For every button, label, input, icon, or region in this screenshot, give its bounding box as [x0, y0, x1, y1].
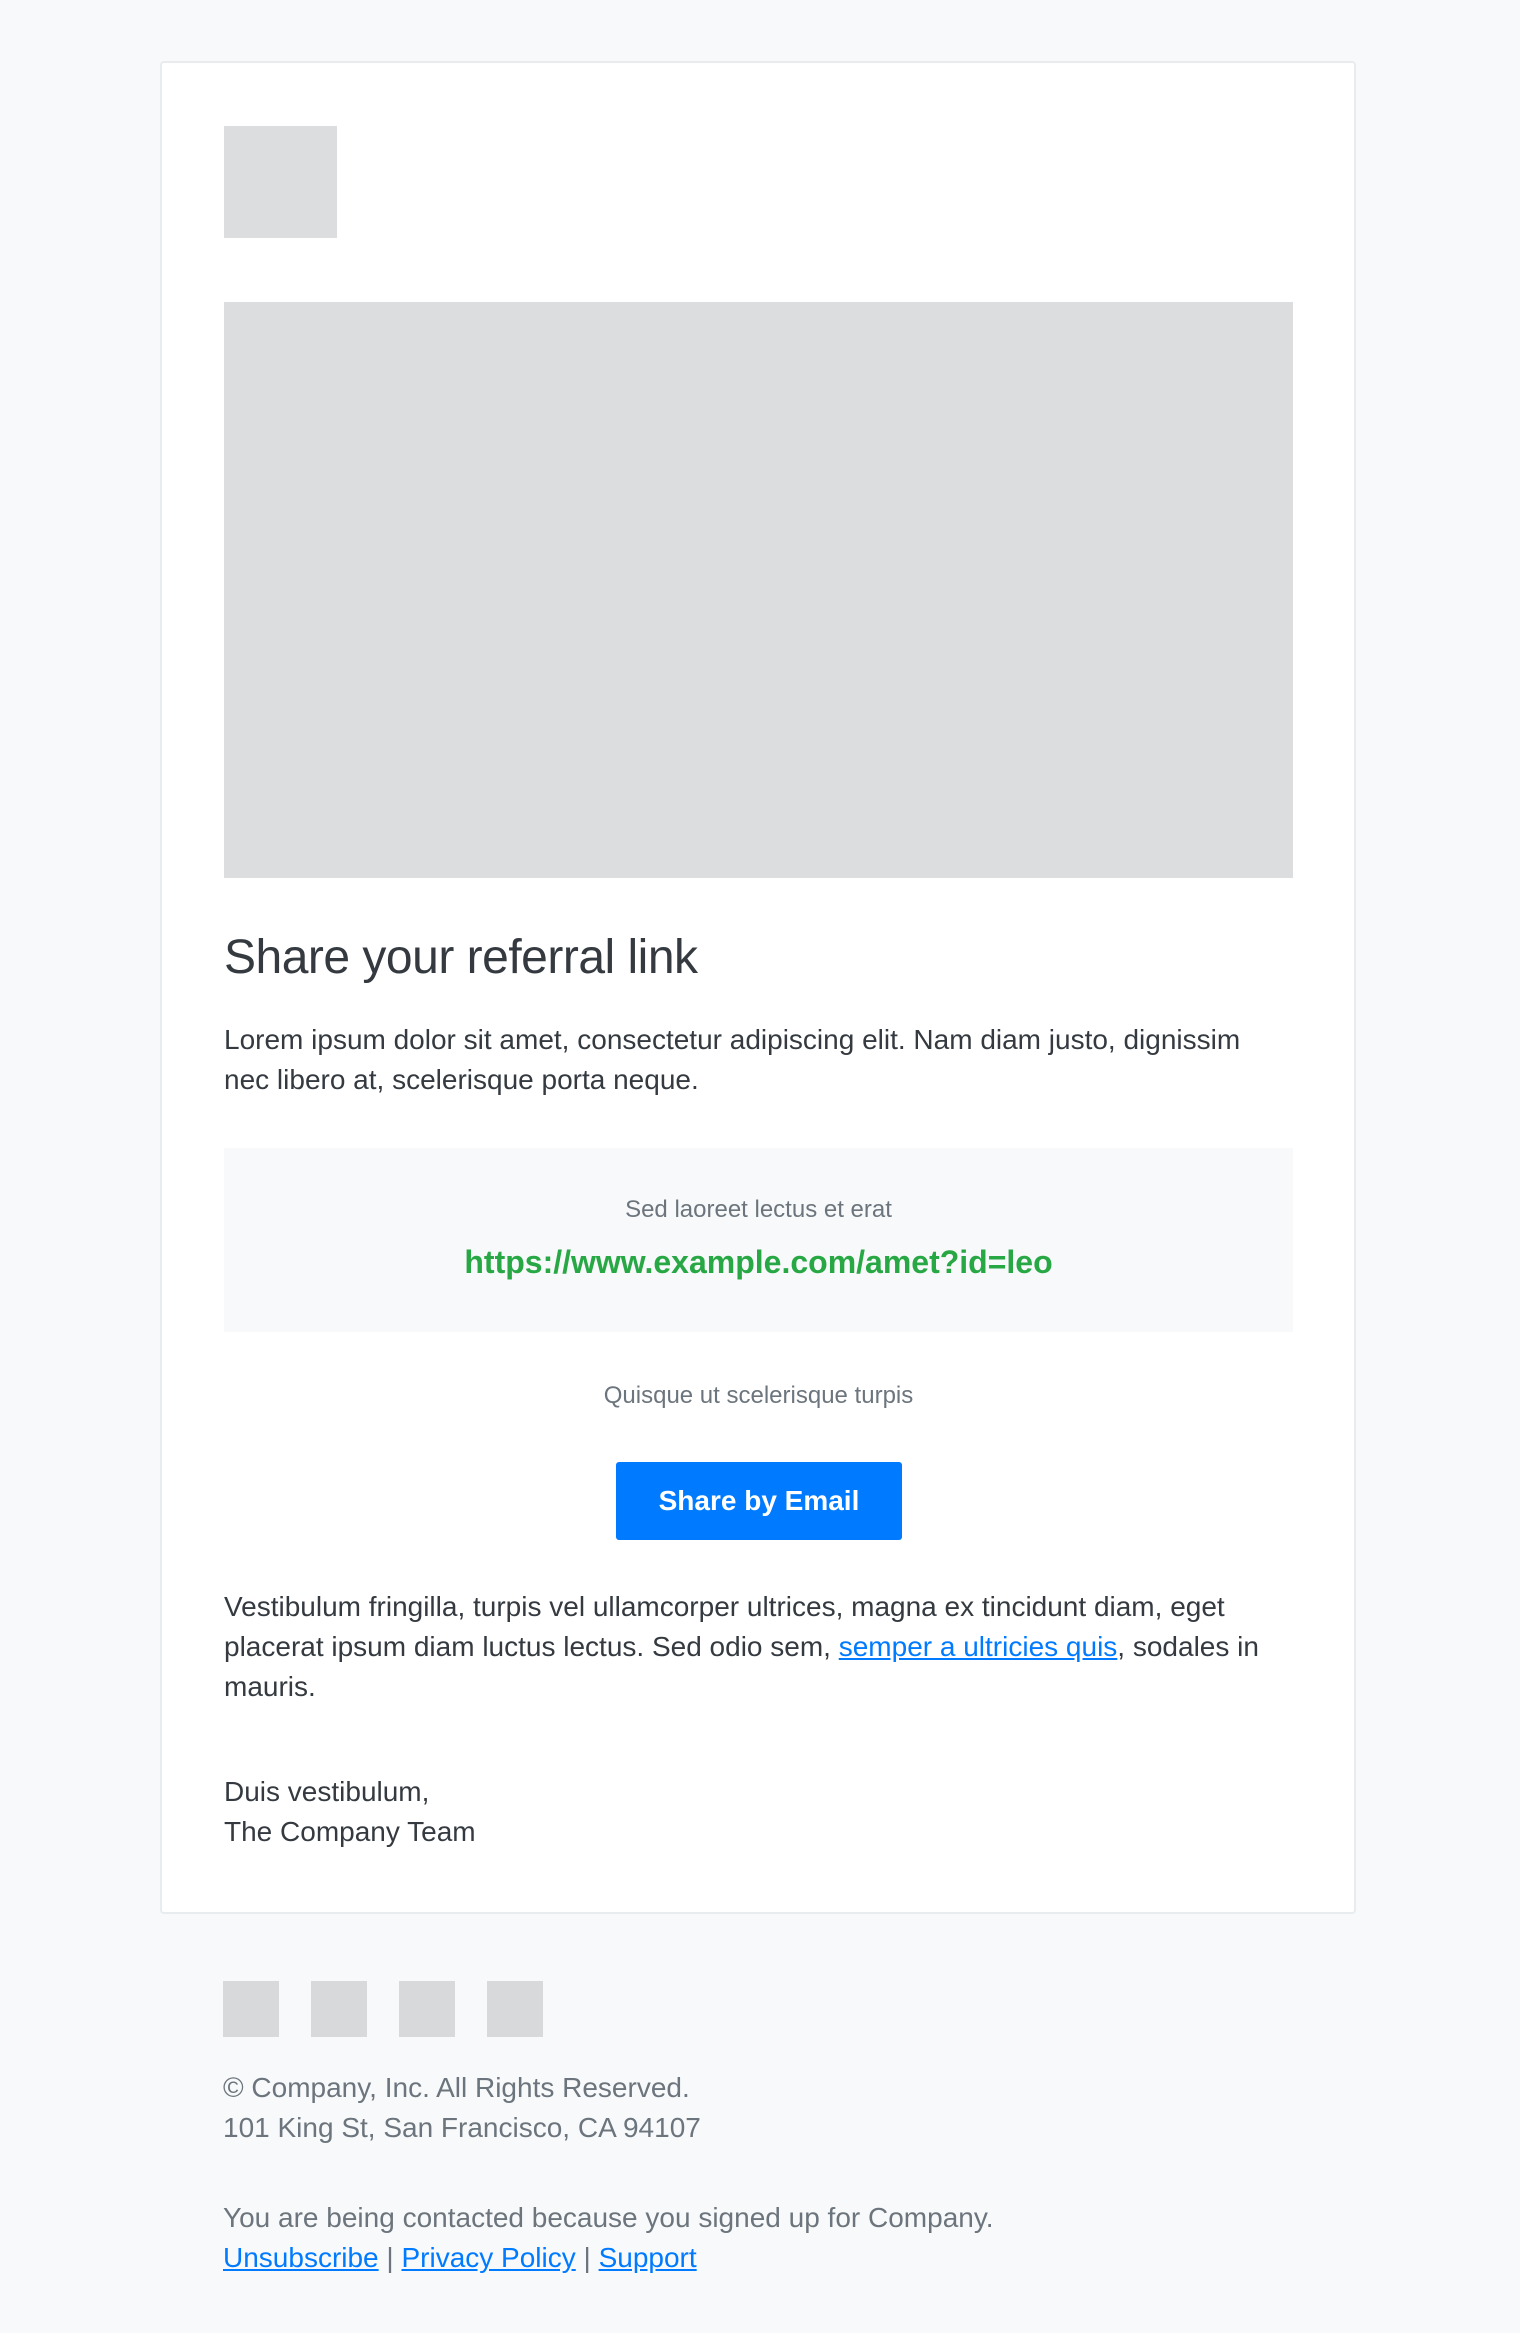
intro-paragraph: Lorem ipsum dolor sit amet, consectetur …: [224, 1024, 1241, 1095]
signoff: Duis vestibulum, The Company Team: [224, 1772, 1293, 1852]
signoff-line-1: Duis vestibulum,: [224, 1776, 430, 1807]
social-icon-4[interactable]: [487, 1981, 543, 2037]
referral-link[interactable]: https://www.example.com/amet?id=leo: [224, 1240, 1293, 1284]
social-icon-1[interactable]: [223, 1981, 279, 2037]
referral-caption: Sed laoreet lectus et erat: [625, 1196, 892, 1223]
referral-box: Sed laoreet lectus et erat https://www.e…: [224, 1148, 1293, 1332]
share-caption: Quisque ut scelerisque turpis: [603, 1382, 914, 1409]
footer-link-separator: |: [583, 2242, 591, 2273]
logo-image: [224, 126, 337, 238]
footer-company-info: © Company, Inc. All Rights Reserved. 101 …: [223, 2068, 1323, 2148]
support-link[interactable]: Support: [599, 2242, 697, 2273]
hero-image: [224, 302, 1293, 878]
footer-notice-block: You are being contacted because you sign…: [223, 2198, 1323, 2278]
social-icon-3[interactable]: [399, 1981, 455, 2037]
body-paragraph: Vestibulum fringilla, turpis vel ullamco…: [224, 1587, 1293, 1707]
share-by-email-button[interactable]: Share by Email: [616, 1462, 902, 1540]
social-icon-2[interactable]: [311, 1981, 367, 2037]
footer-link-separator: |: [386, 2242, 394, 2273]
social-icons: [223, 1981, 543, 2037]
signoff-line-2: The Company Team: [224, 1816, 476, 1847]
footer-address: 101 King St, San Francisco, CA 94107: [223, 2112, 701, 2143]
footer-copyright: © Company, Inc. All Rights Reserved.: [223, 2072, 690, 2103]
unsubscribe-link[interactable]: Unsubscribe: [223, 2242, 379, 2273]
privacy-policy-link[interactable]: Privacy Policy: [401, 2242, 575, 2273]
footer-notice: You are being contacted because you sign…: [223, 2202, 994, 2233]
email-title: Share your referral link: [224, 931, 698, 984]
body-inline-link[interactable]: semper a ultricies quis: [839, 1631, 1118, 1662]
